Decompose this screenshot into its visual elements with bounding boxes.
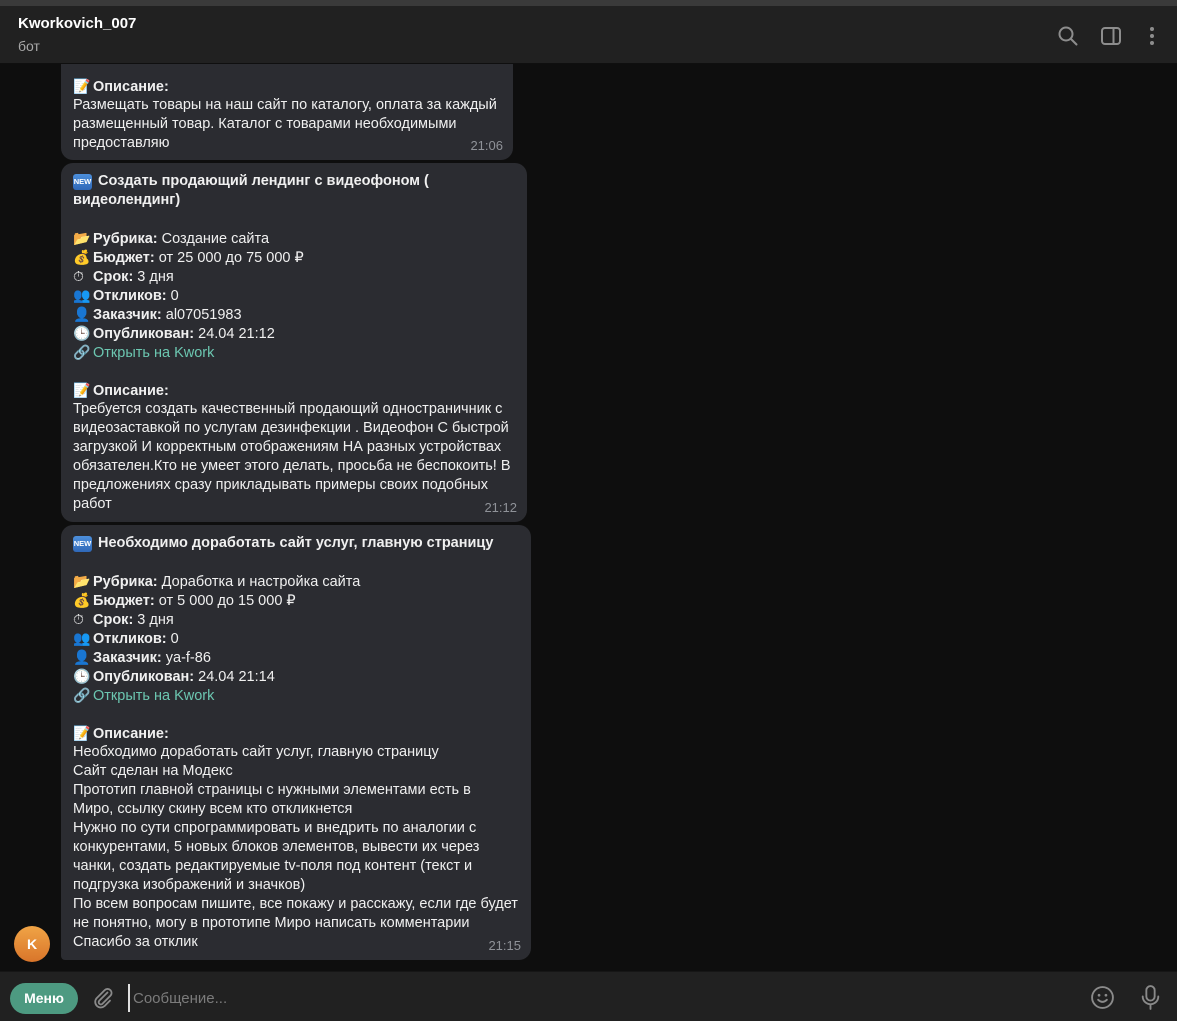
customer-row: 👤 Заказчик: ya-f-86 — [73, 649, 211, 666]
budget-row: 💰 Бюджет: от 5 000 до 15 000 ₽ — [73, 592, 296, 609]
customer-row: 👤 Заказчик: al07051983 — [73, 306, 242, 323]
description-line: По всем вопросам пишите, все покажу и ра… — [73, 896, 518, 912]
description-line: Спасибо за отклик — [73, 934, 198, 950]
person-icon: 👤 — [73, 306, 91, 322]
description-heading: 📝 Описание: — [73, 78, 169, 95]
description-heading: 📝 Описание: — [73, 725, 169, 742]
message-time: 21:12 — [484, 500, 517, 515]
description-line: предложениях сразу прикладывать примеры … — [73, 477, 488, 493]
search-icon[interactable] — [1056, 24, 1080, 48]
open-kwork-link[interactable]: Открыть на Kwork — [93, 688, 214, 704]
description-line: обязателен.Кто не умеет этого делать, пр… — [73, 458, 511, 474]
memo-icon: 📝 — [73, 78, 91, 94]
people-icon: 👥 — [73, 630, 91, 646]
memo-icon: 📝 — [73, 382, 91, 398]
job-title: NEW Создать продающий лендинг с видеофоно… — [73, 173, 429, 190]
link-icon: 🔗 — [73, 344, 91, 360]
chat-subtitle: бот — [18, 38, 40, 54]
clock-icon: 🕒 — [73, 325, 91, 341]
clock-icon: 🕒 — [73, 668, 91, 684]
description-heading: 📝 Описание: — [73, 382, 169, 399]
stopwatch-icon: ⏱ — [73, 611, 84, 627]
sidebar-toggle-icon[interactable] — [1099, 24, 1123, 48]
description-line: загрузкой И корректным отображениям НА р… — [73, 439, 502, 455]
menu-button[interactable]: Меню — [10, 983, 78, 1014]
money-bag-icon: 💰 — [73, 249, 91, 265]
term-row: ⏱ Срок: 3 дня — [73, 611, 174, 628]
rubric-row: 📂 Рубрика: Создание сайта — [73, 230, 270, 247]
message-input[interactable] — [128, 984, 1075, 1012]
message-bubble: NEW Необходимо доработать сайт услуг, гла… — [61, 525, 531, 960]
description-line: Прототип главной страницы с нужными элем… — [73, 782, 471, 798]
term-row: ⏱ Срок: 3 дня — [73, 268, 174, 285]
description-line: чанки, создать редактируемые tv-поля под… — [73, 858, 473, 874]
folder-icon: 📂 — [73, 573, 91, 589]
folder-icon: 📂 — [73, 230, 91, 246]
message-list[interactable]: 📝 Описание: Размещать товары на наш сайт … — [0, 64, 1177, 971]
composer: Меню — [0, 971, 1177, 1021]
description-line: видеозаставкой по услугам дезинфекции . … — [73, 420, 509, 436]
link-icon: 🔗 — [73, 687, 91, 703]
description-line: Сайт сделан на Модекс — [73, 763, 233, 779]
avatar[interactable]: K — [14, 926, 50, 962]
description-line: Размещать товары на наш сайт по каталогу… — [73, 97, 497, 113]
microphone-icon[interactable] — [1138, 984, 1163, 1011]
description-line: подгрузка изображений и значков) — [73, 877, 306, 893]
more-options-icon[interactable] — [1140, 24, 1164, 48]
message-time: 21:06 — [470, 138, 503, 153]
responses-row: 👥 Откликов: 0 — [73, 287, 179, 304]
description-line: предоставляю — [73, 135, 170, 151]
description-line: Миро, ссылку скину всем кто откликнется — [73, 801, 353, 817]
memo-icon: 📝 — [73, 725, 91, 741]
description-line: размещенный товар. Каталог с товарами не… — [73, 116, 457, 132]
new-badge-icon: NEW — [73, 536, 92, 552]
budget-row: 💰 Бюджет: от 25 000 до 75 000 ₽ — [73, 249, 304, 266]
emoji-icon[interactable] — [1090, 985, 1115, 1010]
person-icon: 👤 — [73, 649, 91, 665]
chat-title[interactable]: Kworkovich_007 — [18, 15, 136, 32]
people-icon: 👥 — [73, 287, 91, 303]
rubric-row: 📂 Рубрика: Доработка и настройка сайта — [73, 573, 361, 590]
message-bubble: NEW Создать продающий лендинг с видеофоно… — [61, 163, 527, 522]
description-line: Нужно по сути спрограммировать и внедрит… — [73, 820, 477, 836]
attach-icon[interactable] — [91, 986, 115, 1010]
chat-header: Kworkovich_007 бот — [0, 6, 1177, 64]
responses-row: 👥 Откликов: 0 — [73, 630, 179, 647]
published-row: 🕒 Опубликован: 24.04 21:12 — [73, 325, 275, 342]
message-time: 21:15 — [488, 938, 521, 953]
kwork-link-row: 🔗 Открыть на Kwork — [73, 343, 515, 362]
money-bag-icon: 💰 — [73, 592, 91, 608]
message-bubble: 📝 Описание: Размещать товары на наш сайт … — [61, 64, 513, 160]
job-title: видеолендинг) — [73, 192, 181, 208]
open-kwork-link[interactable]: Открыть на Kwork — [93, 345, 214, 361]
job-title: NEW Необходимо доработать сайт услуг, гла… — [73, 535, 494, 552]
description-line: Требуется создать качественный продающий… — [73, 401, 503, 417]
stopwatch-icon: ⏱ — [73, 268, 84, 284]
published-row: 🕒 Опубликован: 24.04 21:14 — [73, 668, 275, 685]
description-line: работ — [73, 496, 112, 512]
description-line: конкурентами, 5 новых блоков элементов, … — [73, 839, 480, 855]
kwork-link-row: 🔗 Открыть на Kwork — [73, 686, 519, 705]
description-line: не понятно, могу в прототипе Миро написа… — [73, 915, 470, 931]
new-badge-icon: NEW — [73, 174, 92, 190]
description-line: Необходимо доработать сайт услуг, главну… — [73, 744, 439, 760]
